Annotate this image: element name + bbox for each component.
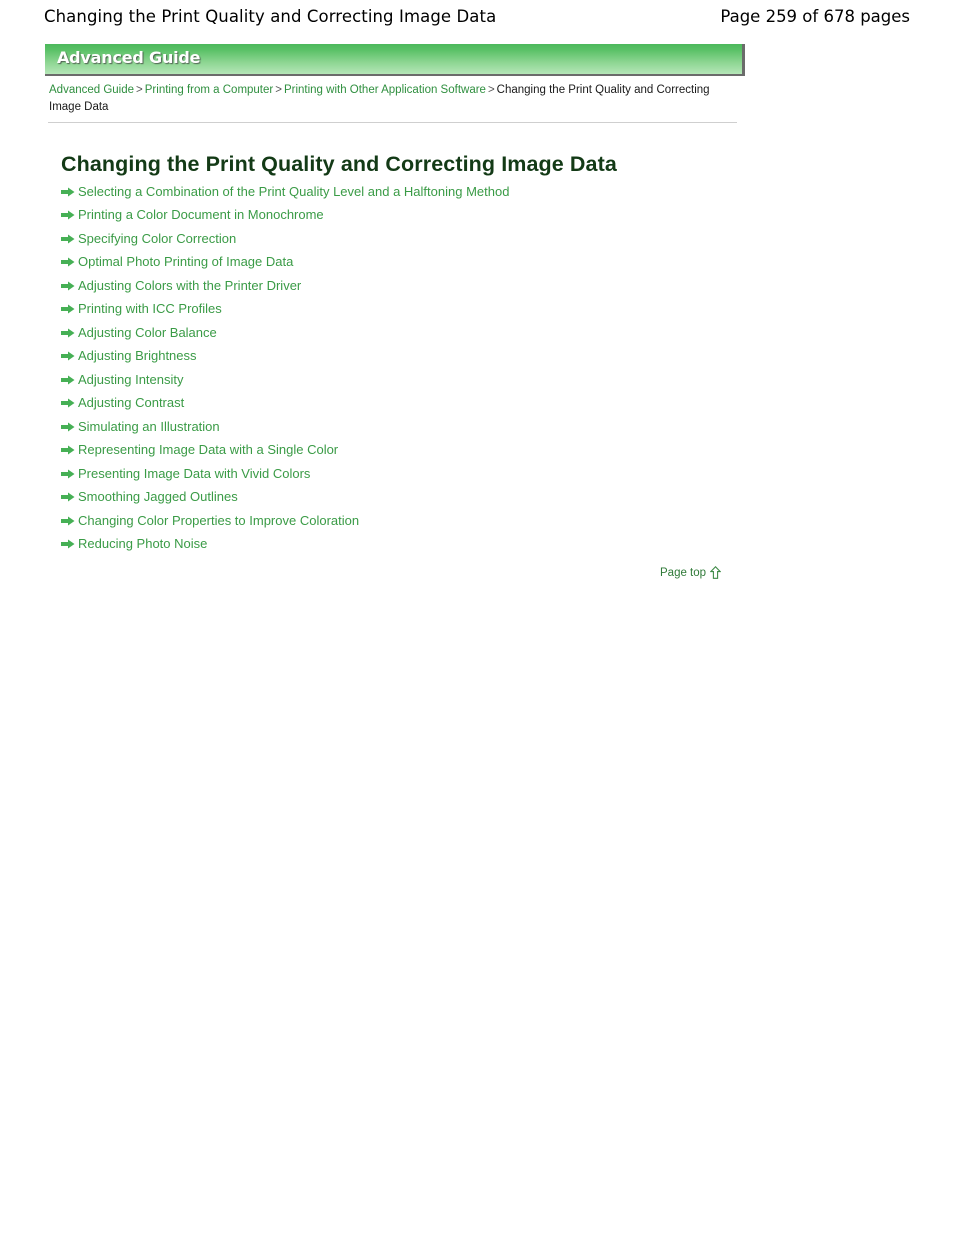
right-arrow-icon [61,539,75,549]
list-item[interactable]: Printing with ICC Profiles [61,298,761,322]
right-arrow-icon [61,328,75,338]
list-item-label[interactable]: Changing Color Properties to Improve Col… [78,513,359,528]
list-item[interactable]: Simulating an Illustration [61,415,761,439]
breadcrumb-separator: > [136,84,143,96]
right-arrow-icon [61,422,75,432]
right-arrow-icon [61,304,75,314]
right-arrow-icon [61,234,75,244]
list-item[interactable]: Optimal Photo Printing of Image Data [61,251,761,275]
right-arrow-icon [61,398,75,408]
list-item[interactable]: Representing Image Data with a Single Co… [61,439,761,463]
list-item[interactable]: Presenting Image Data with Vivid Colors [61,462,761,486]
page-header-title: Changing the Print Quality and Correctin… [44,6,497,26]
list-item-label[interactable]: Printing with ICC Profiles [78,302,222,316]
list-item[interactable]: Adjusting Brightness [61,345,761,369]
right-arrow-icon [61,257,75,267]
right-arrow-icon [61,492,75,502]
advanced-guide-banner-label: Advanced Guide [57,48,201,67]
list-item[interactable]: Selecting a Combination of the Print Qua… [61,180,761,204]
list-item-label[interactable]: Adjusting Color Balance [78,325,217,340]
right-arrow-icon [61,469,75,479]
advanced-guide-banner: Advanced Guide [45,44,745,76]
topic-link-list: Selecting a Combination of the Print Qua… [61,180,761,556]
list-item[interactable]: Adjusting Color Balance [61,321,761,345]
breadcrumb-separator: > [275,84,282,96]
list-item-label[interactable]: Adjusting Brightness [78,349,197,363]
list-item[interactable]: Reducing Photo Noise [61,533,761,557]
list-item[interactable]: Printing a Color Document in Monochrome [61,204,761,228]
breadcrumb-item-advanced-guide[interactable]: Advanced Guide [49,84,134,96]
breadcrumb-separator: > [487,84,495,96]
right-arrow-icon [61,516,75,526]
right-arrow-icon [61,351,75,361]
list-item-label[interactable]: Adjusting Intensity [78,372,184,387]
page-top-label: Page top [660,566,707,579]
list-item[interactable]: Adjusting Contrast [61,392,761,416]
list-item-label[interactable]: Reducing Photo Noise [78,537,207,551]
list-item-label[interactable]: Printing a Color Document in Monochrome [78,208,324,222]
list-item-label[interactable]: Simulating an Illustration [78,419,220,434]
right-arrow-icon [61,210,75,220]
page-header: Changing the Print Quality and Correctin… [0,0,954,32]
right-arrow-icon [61,281,75,291]
list-item-label[interactable]: Adjusting Contrast [78,396,184,410]
list-item-label[interactable]: Optimal Photo Printing of Image Data [78,255,293,269]
list-item-label[interactable]: Specifying Color Correction [78,231,236,246]
list-item[interactable]: Adjusting Colors with the Printer Driver [61,274,761,298]
right-arrow-icon [61,445,75,455]
list-item-label[interactable]: Adjusting Colors with the Printer Driver [78,278,301,293]
list-item-label[interactable]: Selecting a Combination of the Print Qua… [78,184,509,199]
list-item[interactable]: Smoothing Jagged Outlines [61,486,761,510]
list-item-label[interactable]: Representing Image Data with a Single Co… [78,443,338,457]
up-arrow-icon [710,566,722,579]
page-number-indicator: Page 259 of 678 pages [720,6,910,26]
breadcrumb-item-printing-from-a-computer[interactable]: Printing from a Computer [145,84,273,96]
right-arrow-icon [61,187,75,197]
list-item-label[interactable]: Presenting Image Data with Vivid Colors [78,466,310,481]
breadcrumb: Advanced Guide > Printing from a Computer >… [49,82,739,116]
list-item[interactable]: Specifying Color Correction [61,227,761,251]
list-item[interactable]: Changing Color Properties to Improve Col… [61,509,761,533]
page-title: Changing the Print Quality and Correctin… [61,152,617,177]
list-item[interactable]: Adjusting Intensity [61,368,761,392]
right-arrow-icon [61,375,75,385]
list-item-label[interactable]: Smoothing Jagged Outlines [78,490,238,504]
breadcrumb-item-printing-with-other-application-software[interactable]: Printing with Other Application Software [284,84,486,96]
page-top-link[interactable]: Page top [660,566,722,579]
breadcrumb-divider [48,122,737,123]
